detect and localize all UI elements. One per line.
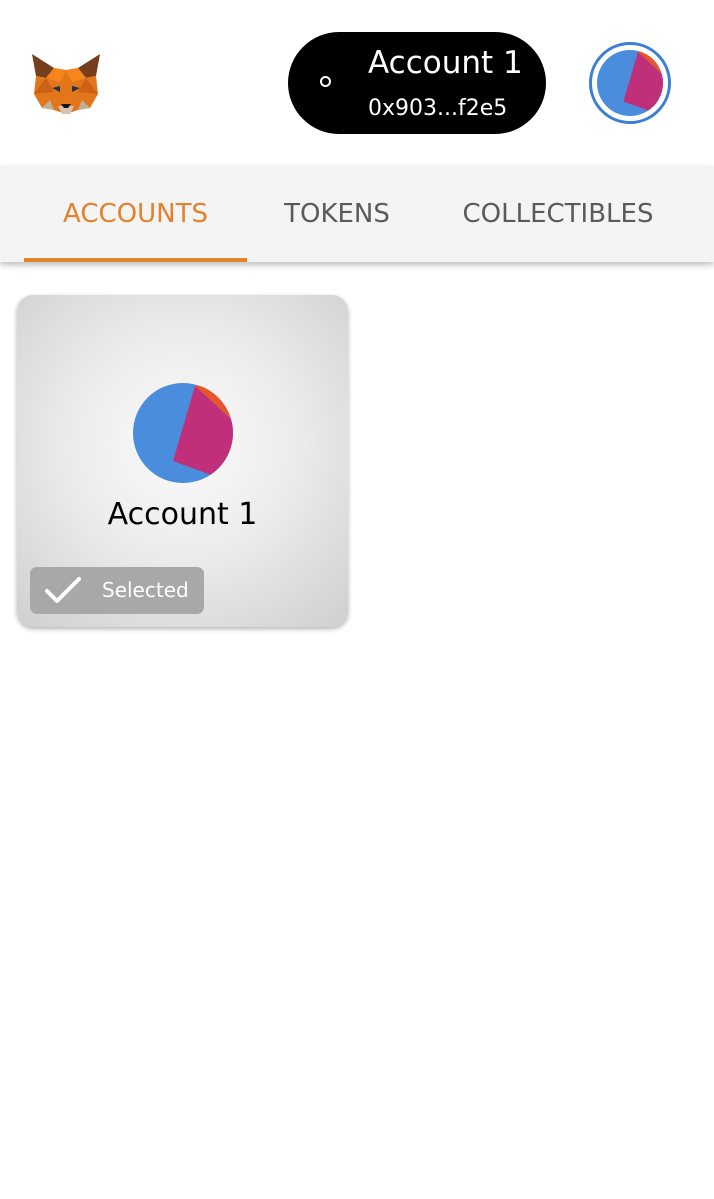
account-avatar-button[interactable] bbox=[589, 42, 671, 124]
checkmark-icon bbox=[45, 577, 81, 603]
current-account-name: Account 1 bbox=[368, 45, 523, 81]
tab-bar: ACCOUNTS TOKENS COLLECTIBLES bbox=[0, 166, 714, 262]
tab-tokens[interactable]: TOKENS bbox=[260, 166, 414, 262]
jazzicon-avatar-icon bbox=[597, 50, 663, 116]
app-header: Account 1 0x903...f2e5 bbox=[0, 0, 714, 166]
selected-badge: Selected bbox=[30, 567, 204, 614]
jazzicon-avatar-icon bbox=[133, 383, 233, 483]
account-card-name: Account 1 bbox=[107, 497, 258, 532]
tab-collectibles[interactable]: COLLECTIBLES bbox=[440, 166, 676, 262]
metamask-fox-icon bbox=[30, 48, 102, 116]
selected-label: Selected bbox=[102, 578, 189, 602]
active-tab-indicator bbox=[24, 258, 247, 262]
status-circle-icon bbox=[320, 76, 331, 87]
tab-accounts[interactable]: ACCOUNTS bbox=[24, 166, 247, 262]
current-account-address: 0x903...f2e5 bbox=[368, 96, 508, 121]
account-card[interactable]: Account 1 Selected bbox=[17, 295, 348, 627]
account-selector-pill[interactable]: Account 1 0x903...f2e5 bbox=[288, 32, 546, 134]
